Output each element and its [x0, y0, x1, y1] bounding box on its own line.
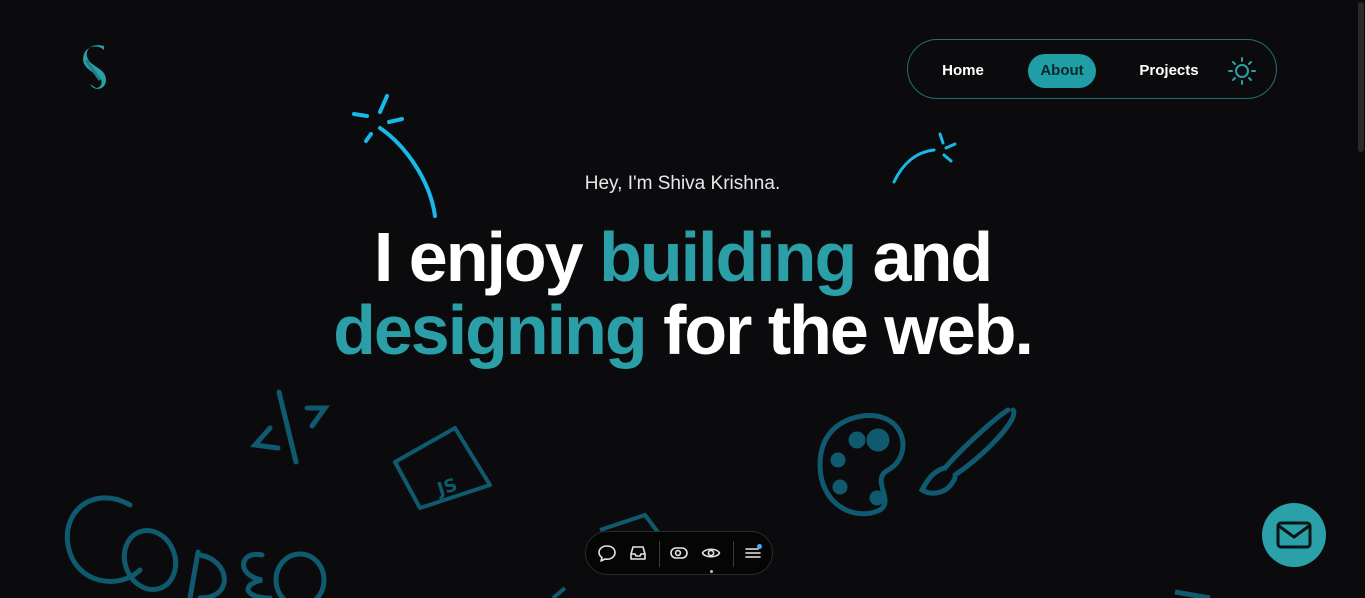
- headline-accent: building: [599, 218, 857, 296]
- headline-text: and: [855, 218, 993, 296]
- mail-icon: [1276, 521, 1312, 549]
- inbox-icon[interactable]: [628, 543, 648, 563]
- js-file-icon: JS: [393, 426, 492, 510]
- code-brackets-icon: [250, 389, 330, 465]
- paintbrush-icon: [918, 407, 1017, 496]
- code-word-icon: [64, 495, 327, 598]
- bottom-toolbar: [585, 531, 773, 575]
- preview-icon[interactable]: [669, 543, 689, 563]
- menu-icon[interactable]: [743, 543, 763, 563]
- hero-headline-line1: I enjoy building and: [0, 220, 1365, 294]
- eye-icon[interactable]: [701, 543, 721, 563]
- sparkle-icon: [352, 94, 437, 218]
- toolbar-divider: [659, 541, 660, 567]
- toolbar-divider: [733, 541, 734, 567]
- palette-icon: [817, 413, 906, 517]
- headline-text: I enjoy: [373, 218, 600, 296]
- headline-accent: designing: [333, 291, 648, 369]
- corner-doodle-icon: [1174, 589, 1211, 598]
- page-scrollbar[interactable]: [1357, 0, 1365, 598]
- hero-greeting: Hey, I'm Shiva Krishna.: [584, 173, 781, 194]
- headline-text: for the web.: [645, 291, 1034, 369]
- hero-headline-line2: designing for the web.: [0, 293, 1365, 367]
- scrollbar-thumb[interactable]: [1358, 2, 1364, 152]
- comment-icon[interactable]: [597, 543, 617, 563]
- contact-mail-button[interactable]: [1262, 503, 1326, 567]
- active-indicator: [710, 570, 713, 573]
